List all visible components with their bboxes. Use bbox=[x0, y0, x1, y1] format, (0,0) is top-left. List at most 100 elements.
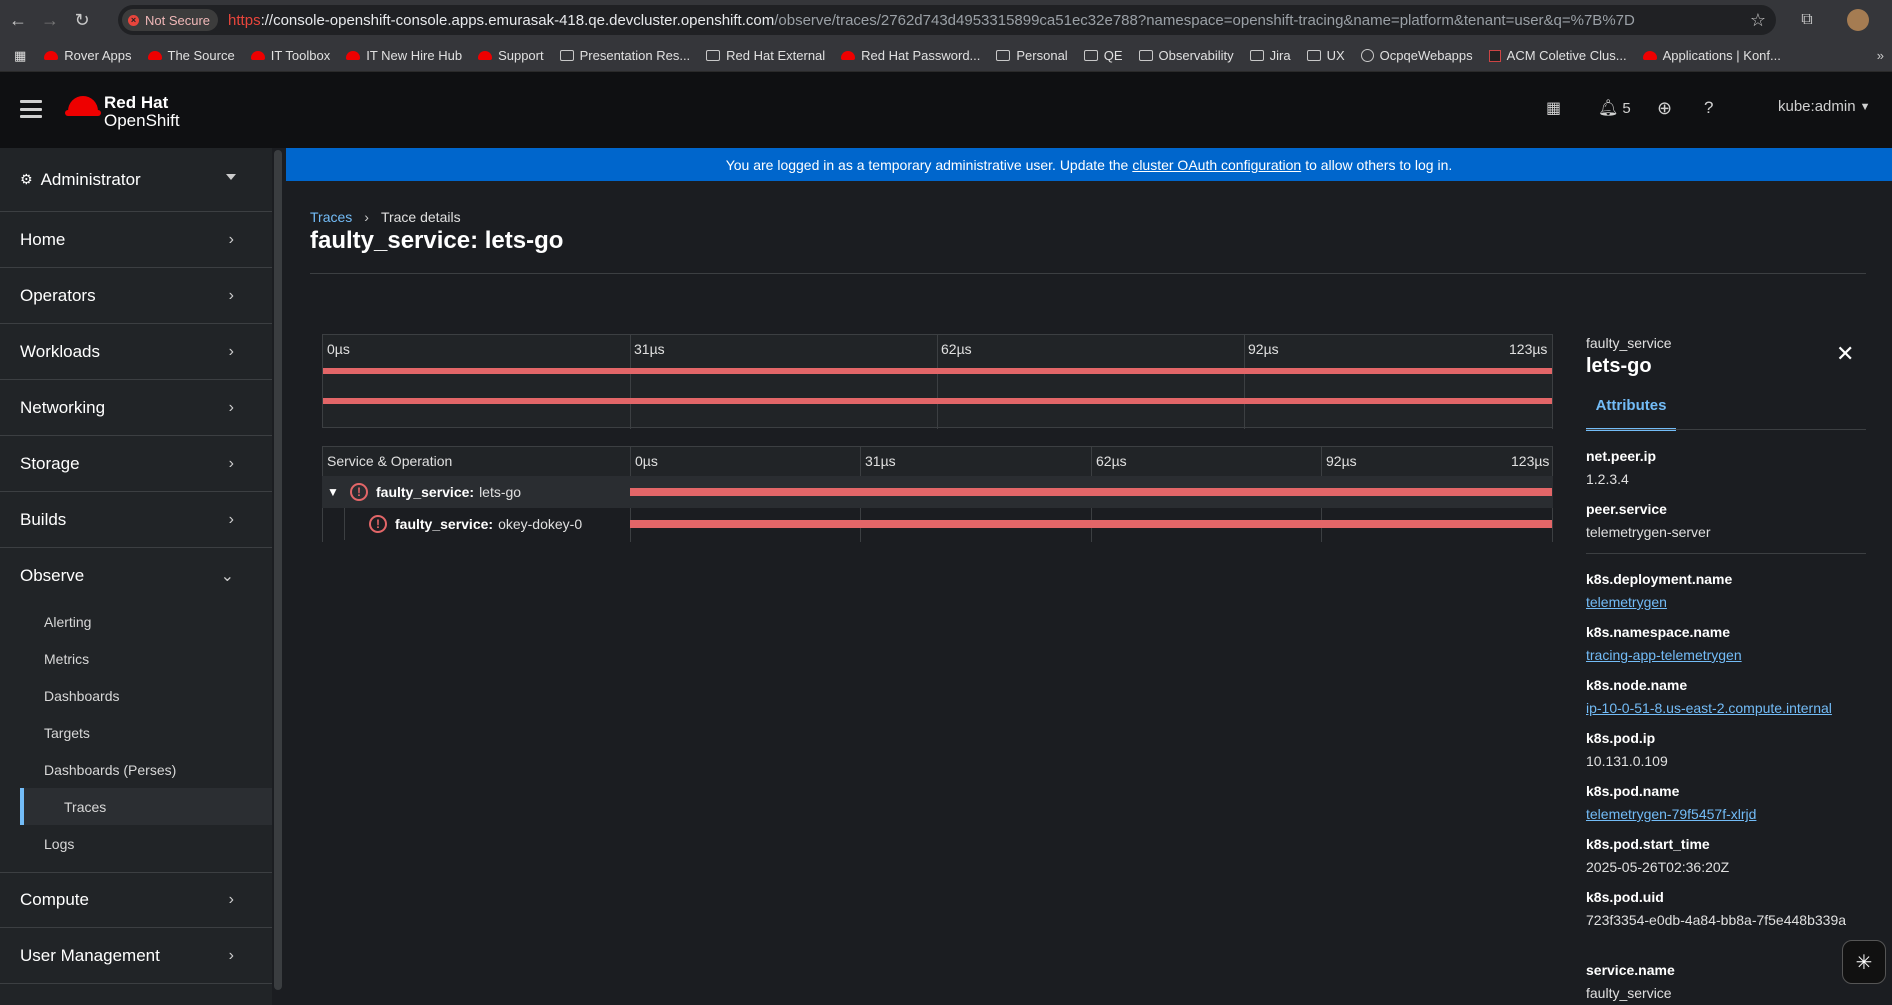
sidebar-subitem-dashboards-perses-[interactable]: Dashboards (Perses) bbox=[0, 751, 272, 788]
close-icon[interactable]: ✕ bbox=[1836, 341, 1854, 367]
brand-openshift: OpenShift bbox=[104, 111, 180, 130]
sidebar-subitem-metrics[interactable]: Metrics bbox=[0, 640, 272, 677]
sidebar-item-observe[interactable]: Observe ⌄ bbox=[0, 548, 272, 604]
bookmark-label: UX bbox=[1326, 48, 1345, 63]
bookmark-item[interactable]: Observability bbox=[1138, 48, 1234, 63]
address-bar[interactable]: × Not Secure https://console-openshift-c… bbox=[118, 5, 1776, 35]
sidebar-item-workloads[interactable]: Workloads › bbox=[0, 324, 272, 380]
caret-down-icon bbox=[226, 174, 236, 180]
sidebar-subitem-dashboards[interactable]: Dashboards bbox=[0, 677, 272, 714]
sidebar-subitem-alerting[interactable]: Alerting bbox=[0, 603, 272, 640]
span-bar[interactable] bbox=[630, 488, 1552, 496]
bookmark-item[interactable]: Jira bbox=[1249, 48, 1291, 63]
attribute-value-link[interactable]: ip-10-0-51-8.us-east-2.compute.internal bbox=[1586, 699, 1866, 717]
bookmark-item[interactable]: ACM Coletive Clus... bbox=[1488, 48, 1627, 63]
redhat-icon bbox=[147, 51, 162, 60]
span-row[interactable]: ▼ ! faulty_service: lets-go bbox=[322, 476, 1553, 508]
sidebar-item-networking[interactable]: Networking › bbox=[0, 380, 272, 436]
sidebar-item-builds[interactable]: Builds › bbox=[0, 492, 272, 548]
notifications-button[interactable]: 🔔︎ 5 bbox=[1598, 98, 1631, 118]
grid-line bbox=[630, 335, 631, 429]
openshift-logo[interactable]: Red Hat OpenShift bbox=[65, 94, 180, 130]
breadcrumb-traces-link[interactable]: Traces bbox=[310, 209, 352, 225]
sidebar-subitem-traces[interactable]: Traces bbox=[20, 788, 272, 825]
oauth-config-link[interactable]: cluster OAuth configuration bbox=[1132, 157, 1301, 173]
sidebar-item-operators[interactable]: Operators › bbox=[0, 268, 272, 324]
chevron-down-icon: ⌄ bbox=[220, 568, 234, 585]
bookmark-item[interactable]: IT New Hire Hub bbox=[346, 48, 462, 63]
bookmark-label: Red Hat Password... bbox=[861, 48, 981, 63]
timeline-tick: 123µs bbox=[1511, 453, 1550, 469]
sidebar-item-compute[interactable]: Compute › bbox=[0, 872, 272, 928]
bookmark-item[interactable]: UX bbox=[1306, 48, 1345, 63]
avatar bbox=[1847, 9, 1869, 31]
attribute-value-link[interactable]: telemetrygen-79f5457f-xlrjd bbox=[1586, 805, 1866, 823]
sidebar-item-home[interactable]: Home › bbox=[0, 212, 272, 268]
sidebar-item-label: Workloads bbox=[20, 341, 100, 361]
span-operation: okey-dokey-0 bbox=[498, 516, 583, 532]
bookmark-item[interactable]: IT Toolbox bbox=[250, 48, 330, 63]
hamburger-menu-icon[interactable] bbox=[20, 100, 42, 118]
chevron-right-icon: › bbox=[228, 398, 234, 416]
bookmark-item[interactable]: The Source bbox=[147, 48, 235, 63]
bookmark-item[interactable]: Rover Apps bbox=[44, 48, 132, 63]
sidebar-subitem-logs[interactable]: Logs bbox=[0, 825, 272, 862]
app-launcher-icon[interactable]: ▦ bbox=[1546, 98, 1561, 118]
bookmark-item[interactable]: Red Hat External bbox=[706, 48, 825, 63]
sidebar-item-storage[interactable]: Storage › bbox=[0, 436, 272, 492]
perspective-switcher[interactable]: ⚙ Administrator bbox=[0, 148, 272, 212]
more-bookmarks-icon[interactable]: » bbox=[1877, 48, 1884, 63]
page-title: faulty_service: lets-go bbox=[310, 227, 564, 254]
not-secure-badge[interactable]: × Not Secure bbox=[122, 9, 219, 31]
folder-icon bbox=[1306, 50, 1321, 61]
folder-icon bbox=[1083, 50, 1098, 61]
error-icon: ! bbox=[369, 515, 387, 533]
bookmark-item[interactable]: QE bbox=[1083, 48, 1123, 63]
url-text[interactable]: https://console-openshift-console.apps.e… bbox=[228, 12, 1635, 29]
reload-icon[interactable]: ↻ bbox=[68, 6, 96, 34]
sidebar-scrollbar[interactable] bbox=[274, 150, 282, 990]
attribute-row: peer.service telemetrygen-server bbox=[1586, 501, 1866, 541]
sparkle-icon: ✳ bbox=[1855, 951, 1873, 974]
browser-window: ← → ↻ × Not Secure https://console-opens… bbox=[0, 0, 1892, 1005]
bookmark-item[interactable]: Personal bbox=[996, 48, 1068, 63]
forward-icon[interactable]: → bbox=[36, 6, 64, 34]
bookmark-star-icon[interactable]: ☆ bbox=[1750, 10, 1766, 31]
chevron-down-icon[interactable]: ▼ bbox=[326, 485, 340, 499]
grid-line bbox=[1552, 335, 1553, 429]
back-icon[interactable]: ← bbox=[4, 6, 32, 34]
folder-icon bbox=[1249, 50, 1264, 61]
add-icon[interactable]: ⊕ bbox=[1657, 98, 1672, 119]
details-service: faulty_service bbox=[1586, 335, 1672, 351]
attribute-key: k8s.pod.name bbox=[1586, 783, 1680, 799]
attribute-row: net.peer.ip 1.2.3.4 bbox=[1586, 448, 1866, 488]
extensions-icon[interactable]: ⧉ bbox=[1794, 7, 1820, 33]
span-bar[interactable] bbox=[630, 520, 1552, 528]
sidebar-item-user-management[interactable]: User Management › bbox=[0, 928, 272, 984]
bookmark-item[interactable]: Presentation Res... bbox=[559, 48, 691, 63]
profile-avatar[interactable] bbox=[1845, 7, 1871, 33]
minimap-tick: 0µs bbox=[327, 341, 350, 357]
ai-assistant-button[interactable]: ✳ bbox=[1842, 940, 1886, 984]
attribute-value-link[interactable]: telemetrygen bbox=[1586, 593, 1866, 611]
sidebar-item-label: Networking bbox=[20, 397, 106, 417]
acm-icon bbox=[1488, 49, 1501, 62]
attribute-value-link[interactable]: tracing-app-telemetrygen bbox=[1586, 646, 1866, 664]
sidebar-subitem-targets[interactable]: Targets bbox=[0, 714, 272, 751]
attribute-key: k8s.deployment.name bbox=[1586, 571, 1733, 587]
user-menu[interactable]: kube:admin ▼ bbox=[1778, 98, 1870, 115]
bookmark-label: Presentation Res... bbox=[579, 48, 691, 63]
tab-attributes[interactable]: Attributes bbox=[1586, 397, 1676, 431]
apps-grid-icon[interactable]: ▦ bbox=[14, 48, 26, 64]
bookmark-item[interactable]: Support bbox=[478, 48, 544, 63]
help-icon[interactable]: ? bbox=[1704, 98, 1713, 118]
attribute-value: faulty_service bbox=[1586, 985, 1672, 1001]
span-row[interactable]: ! faulty_service: okey-dokey-0 bbox=[322, 508, 1553, 540]
notification-count: 5 bbox=[1622, 99, 1631, 117]
bookmark-item[interactable]: Red Hat Password... bbox=[841, 48, 980, 63]
attribute-row: service.name faulty_service bbox=[1586, 962, 1866, 1002]
bookmark-item[interactable]: OcpqeWebapps bbox=[1360, 48, 1473, 63]
bookmark-item[interactable]: Applications | Konf... bbox=[1642, 48, 1781, 63]
trace-minimap[interactable]: 0µs 31µs 62µs 92µs 123µs bbox=[322, 334, 1553, 429]
timeline-tick: 0µs bbox=[635, 453, 658, 469]
